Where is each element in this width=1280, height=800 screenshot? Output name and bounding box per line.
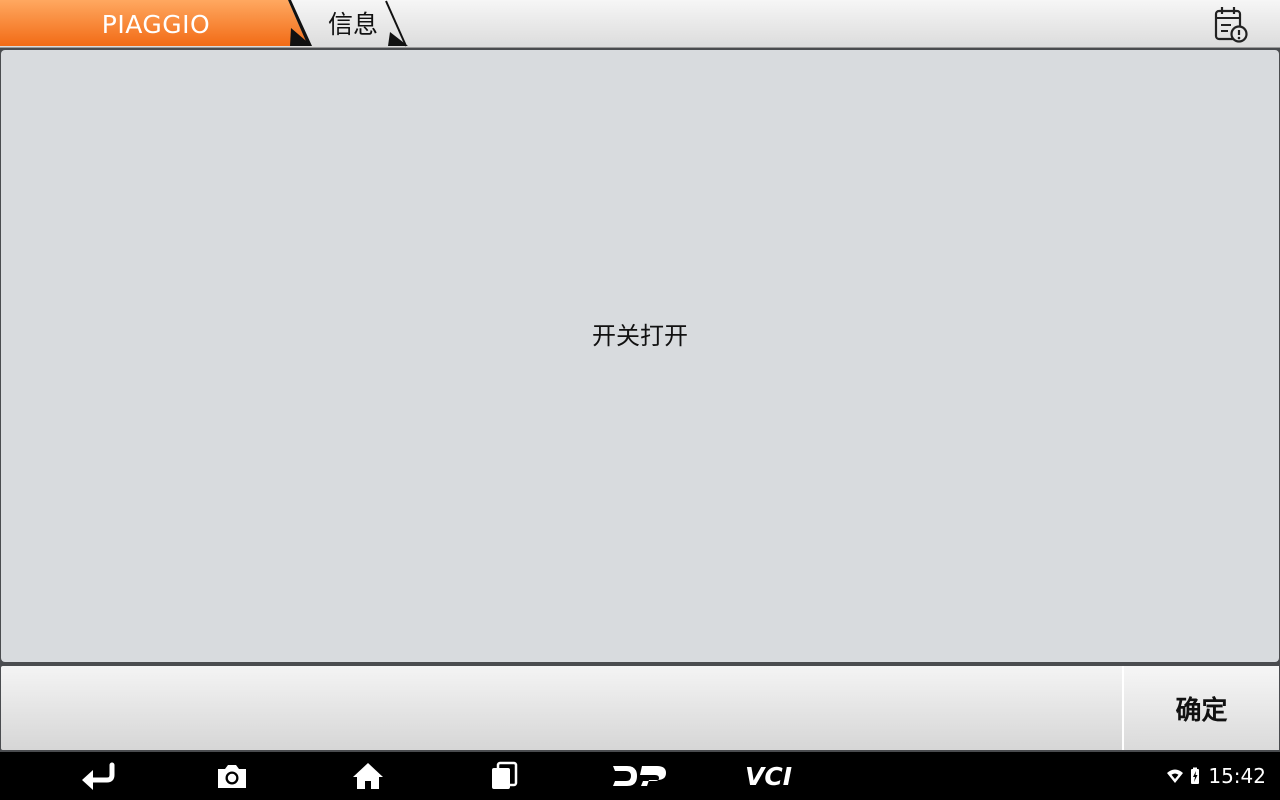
action-bar: 确定 [1, 666, 1279, 750]
breadcrumb-brand[interactable]: PIAGGIO [0, 0, 312, 48]
camera-icon [218, 765, 246, 788]
screenshot-button[interactable] [208, 752, 256, 800]
system-nav-bar: VCI 15:42 [0, 752, 1280, 800]
dp-icon [613, 766, 666, 786]
report-button[interactable] [1208, 4, 1252, 44]
status-area: 15:42 [1166, 752, 1266, 800]
home-button[interactable] [344, 752, 392, 800]
wifi-icon [1167, 769, 1184, 783]
breadcrumb-info[interactable]: 信息 [296, 0, 412, 48]
vci-button[interactable]: VCI [740, 752, 812, 800]
dp-button[interactable] [606, 752, 672, 800]
app-window: PIAGGIO 信息 开关打开 确定 [0, 0, 1280, 752]
report-clipboard-icon [1214, 7, 1248, 43]
vci-label: VCI [745, 763, 792, 789]
breadcrumb-brand-label: PIAGGIO [101, 10, 211, 39]
status-clock: 15:42 [1208, 764, 1266, 788]
back-button[interactable] [72, 752, 124, 800]
message-text: 开关打开 [592, 322, 688, 350]
confirm-button[interactable]: 确定 [1122, 666, 1279, 750]
message-panel: 开关打开 [1, 50, 1279, 662]
recent-apps-icon [492, 761, 518, 789]
back-icon [82, 762, 115, 790]
home-icon [353, 763, 383, 789]
breadcrumb-info-label: 信息 [327, 10, 378, 39]
recent-apps-button[interactable] [480, 752, 528, 800]
header-bar: PIAGGIO 信息 [0, 0, 1280, 48]
battery-charging-icon [1191, 767, 1200, 784]
vci-icon: VCI [745, 763, 792, 789]
